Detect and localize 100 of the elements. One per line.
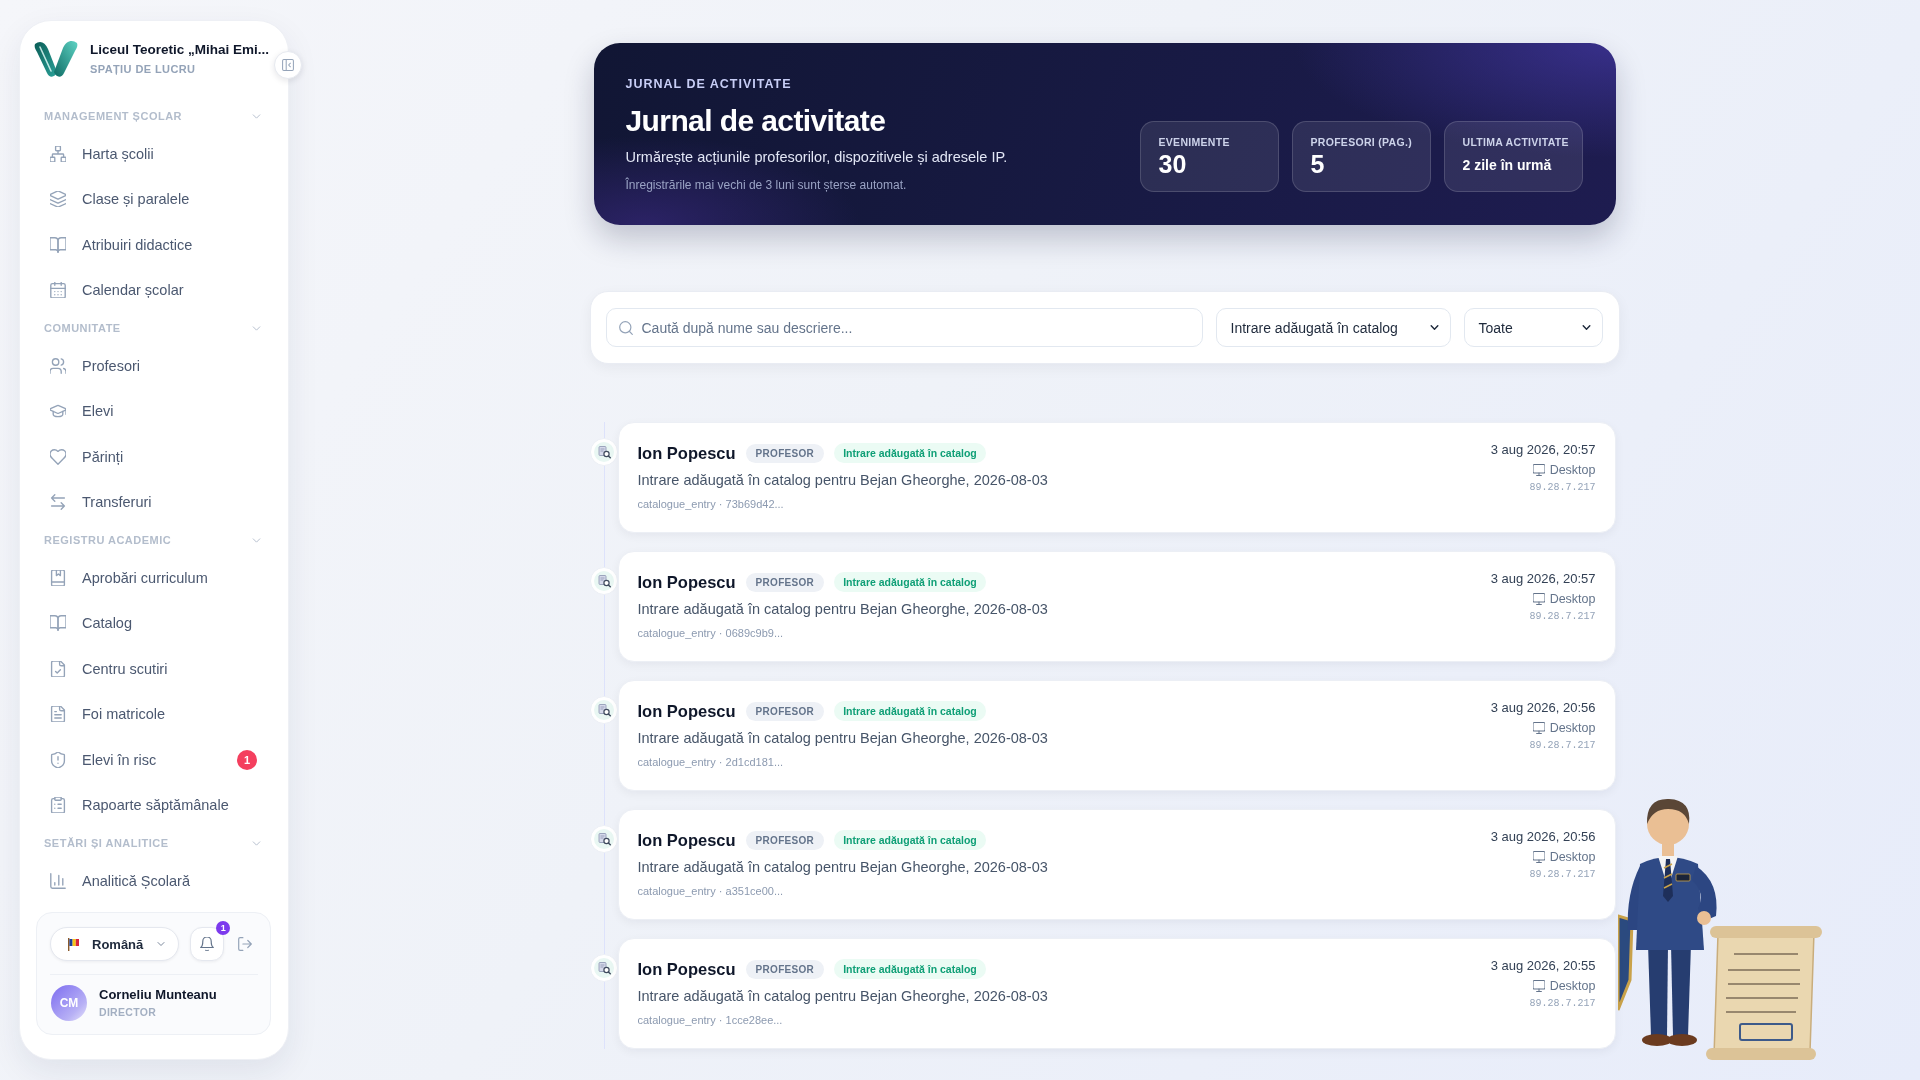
author-name: Ion Popescu [637, 959, 736, 979]
page-title: Jurnal de activitate [625, 103, 887, 139]
logout-icon [238, 937, 253, 951]
sidebar-panel-icon [282, 59, 294, 71]
nav-item[interactable]: Harta școlii [38, 131, 270, 177]
activity-description: Intrare adăugată în catalog pentru Bejan Gheorghe, 2026-08-03 [637, 600, 1048, 619]
device-name: Desktop [1549, 978, 1596, 994]
notifications-button[interactable] [190, 927, 225, 961]
stat-label: ULTIMA ACTIVITATE [1462, 136, 1570, 149]
chevron-down-icon [1580, 322, 1592, 333]
users-icon [50, 357, 66, 374]
monitor-icon [1532, 851, 1545, 863]
search-icon [618, 320, 633, 335]
action-badge: Intrare adăugată în catalog [834, 701, 986, 721]
action-badge: Intrare adăugată în catalog [834, 443, 986, 463]
nav-item[interactable]: Rapoarte săptămânale [38, 782, 270, 828]
device-name: Desktop [1549, 720, 1596, 736]
notification-count: 1 [216, 921, 231, 935]
bell-icon [200, 937, 215, 951]
role-badge: PROFESOR [745, 572, 825, 592]
device-name: Desktop [1549, 462, 1596, 478]
open-book-icon [50, 615, 66, 632]
role-badge: PROFESOR [745, 830, 825, 850]
ip-address: 89.28.7.217 [1529, 482, 1596, 494]
nav-item[interactable]: Atribuiri didactice [38, 222, 270, 268]
clipboard-list-icon [50, 797, 66, 814]
stat-value: 2 zile în urmă [1462, 156, 1553, 175]
action-filter-select[interactable]: Intrare adăugată în catalog [1215, 308, 1451, 347]
activity-meta: catalogue_entry · 0689c9b9... [637, 626, 785, 640]
flag-icon [68, 937, 79, 951]
layers-icon [50, 191, 66, 208]
shield-alert-icon [50, 751, 66, 768]
stat-label: EVENIMENTE [1158, 136, 1231, 149]
nav-item[interactable]: Clase și paralele [38, 176, 270, 222]
heart-icon [50, 448, 66, 465]
stat-label: PROFESORI (PAG.) [1310, 136, 1413, 149]
activity-description: Intrare adăugată în catalog pentru Bejan Gheorghe, 2026-08-03 [637, 858, 1048, 877]
author-name: Ion Popescu [637, 830, 736, 850]
action-badge: Intrare adăugată în catalog [834, 572, 986, 592]
nav-item[interactable]: Părinți [38, 434, 270, 480]
user-name: Corneliu Munteanu [99, 987, 217, 1003]
nav-item[interactable]: Elevi în risc 1 [38, 737, 270, 783]
role-filter-select[interactable]: Toate [1463, 308, 1603, 347]
user-avatar: CM [51, 985, 87, 1021]
activity-description: Intrare adăugată în catalog pentru Bejan Gheorghe, 2026-08-03 [637, 729, 1048, 748]
action-badge: Intrare adăugată în catalog [834, 959, 986, 979]
nav-item[interactable]: Profesori [38, 343, 270, 389]
activity-time: 3 aug 2026, 20:57 [1490, 442, 1596, 458]
device-name: Desktop [1549, 849, 1596, 865]
activity-time: 3 aug 2026, 20:55 [1490, 958, 1596, 974]
author-name: Ion Popescu [637, 701, 736, 721]
calendar-icon [50, 282, 66, 299]
role-badge: PROFESOR [745, 701, 825, 721]
activity-time: 3 aug 2026, 20:57 [1490, 571, 1596, 587]
logo-icon [34, 39, 78, 79]
monitor-icon [1532, 980, 1545, 992]
nav-item[interactable]: Aprobări curriculum [38, 555, 270, 601]
language-select[interactable]: Română [50, 927, 180, 961]
activity-time: 3 aug 2026, 20:56 [1490, 700, 1596, 716]
file-check-icon [50, 660, 66, 677]
activity-time: 3 aug 2026, 20:56 [1490, 829, 1596, 845]
sitemap-icon [50, 145, 66, 162]
activity-description: Intrare adăugată în catalog pentru Bejan Gheorghe, 2026-08-03 [637, 987, 1048, 1006]
nav-item[interactable]: Catalog [38, 600, 270, 646]
author-name: Ion Popescu [637, 572, 736, 592]
bar-chart-icon [50, 872, 66, 889]
author-name: Ion Popescu [637, 443, 736, 463]
activity-meta: catalogue_entry · a351ce00... [637, 884, 785, 898]
ip-address: 89.28.7.217 [1529, 740, 1596, 752]
count-badge: 1 [237, 749, 257, 770]
nav-item[interactable]: Transferuri [38, 479, 270, 525]
monitor-icon [1532, 593, 1545, 605]
stat-value: 5 [1310, 150, 1326, 178]
swap-arrows-icon [50, 494, 66, 511]
nav-item[interactable]: Calendar școlar [38, 267, 270, 313]
page-subtitle: Urmărește acțiunile profesorilor, dispozitivele și adresele IP. [625, 148, 1008, 167]
bookmark-book-icon [50, 569, 66, 586]
retention-note: Înregistrările mai vechi de 3 luni sunt șterse automat. [625, 177, 908, 193]
ip-address: 89.28.7.217 [1529, 869, 1596, 881]
chevron-down-icon [156, 939, 167, 949]
stat-value: 30 [1158, 150, 1188, 178]
activity-meta: catalogue_entry · 2d1cd181... [637, 755, 785, 769]
workspace-label: SPAȚIU DE LUCRU [90, 62, 197, 76]
nav-item[interactable]: Centru scutiri [38, 646, 270, 692]
chevron-down-icon [1428, 322, 1440, 333]
user-role: DIRECTOR [99, 1006, 158, 1019]
collapse-sidebar-button[interactable] [274, 51, 302, 79]
activity-meta: catalogue_entry · 73b69d42... [637, 497, 785, 511]
action-badge: Intrare adăugată în catalog [834, 830, 986, 850]
monitor-icon [1532, 464, 1545, 476]
nav-item[interactable]: Foi matricole [38, 691, 270, 737]
nav-item[interactable]: Elevi [38, 388, 270, 434]
nav-item[interactable]: Analitică Școlară [38, 858, 270, 904]
device-name: Desktop [1549, 591, 1596, 607]
search-field[interactable]: Caută după nume sau descriere... [605, 308, 1203, 347]
graduation-cap-icon [50, 403, 66, 420]
activity-description: Intrare adăugată în catalog pentru Bejan Gheorghe, 2026-08-03 [637, 471, 1048, 490]
monitor-icon [1532, 722, 1545, 734]
activity-meta: catalogue_entry · 1cce28ee... [637, 1013, 784, 1027]
open-book-icon [50, 236, 66, 253]
